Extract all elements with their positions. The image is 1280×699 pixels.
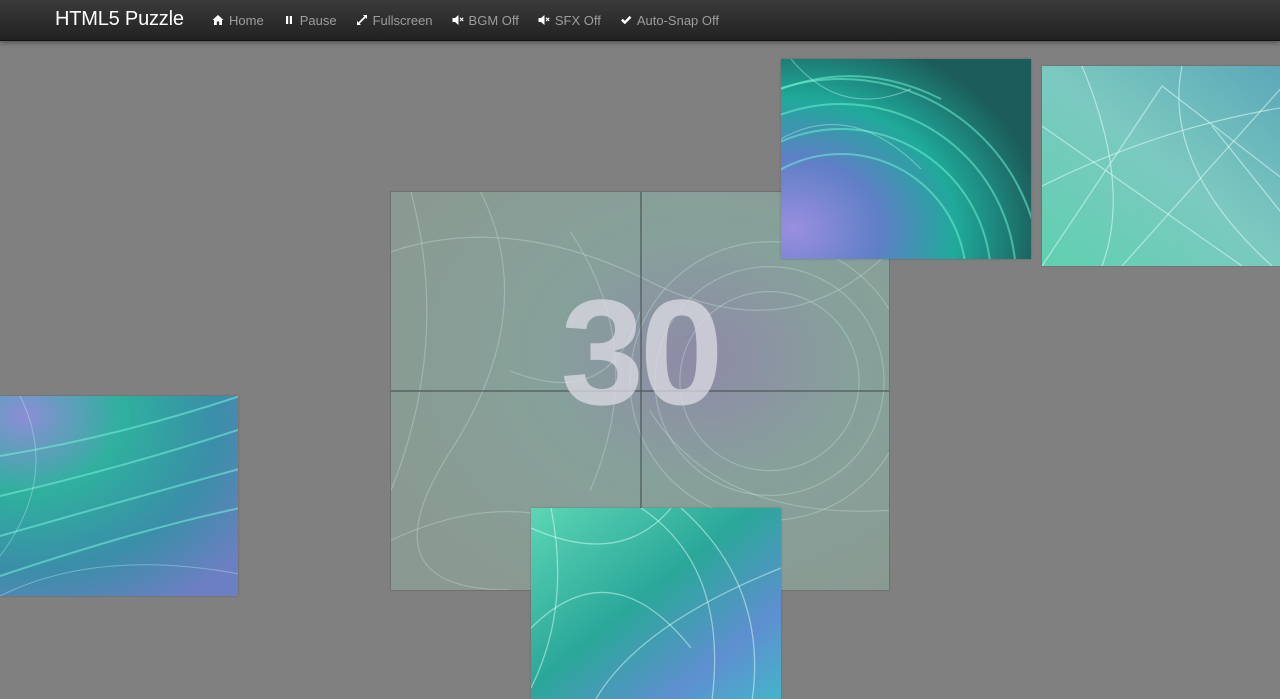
countdown-timer: 30 <box>560 268 724 436</box>
nav-bgm-toggle[interactable]: BGM Off <box>442 0 528 40</box>
app-title[interactable]: HTML5 Puzzle <box>55 0 184 40</box>
volume-off-icon <box>538 14 550 26</box>
puzzle-piece[interactable] <box>1042 66 1280 266</box>
nav-sfx-label: SFX Off <box>554 12 601 28</box>
nav-autosnap-label: Auto-Snap Off <box>636 12 720 28</box>
fullscreen-icon <box>356 14 368 26</box>
puzzle-piece[interactable] <box>0 396 238 596</box>
puzzle-piece[interactable] <box>531 508 781 699</box>
nav-fullscreen-label: Fullscreen <box>372 12 433 28</box>
volume-off-icon <box>452 14 464 26</box>
nav-pause-label: Pause <box>299 12 337 28</box>
nav-fullscreen[interactable]: Fullscreen <box>346 0 442 40</box>
check-icon <box>620 14 632 26</box>
nav-pause[interactable]: Pause <box>273 0 346 40</box>
nav-autosnap-toggle[interactable]: Auto-Snap Off <box>610 0 728 40</box>
nav-home-label: Home <box>229 12 264 28</box>
nav-sfx-toggle[interactable]: SFX Off <box>528 0 610 40</box>
nav-bgm-label: BGM Off <box>468 12 519 28</box>
home-icon <box>212 14 224 26</box>
nav-menu: Home Pause Fullscreen BGM Off SFX Off Au… <box>202 0 728 40</box>
nav-home[interactable]: Home <box>202 0 273 40</box>
top-navbar: HTML5 Puzzle Home Pause Fullscreen BGM O… <box>0 0 1280 41</box>
pause-icon <box>283 14 295 26</box>
puzzle-piece[interactable] <box>781 59 1031 259</box>
